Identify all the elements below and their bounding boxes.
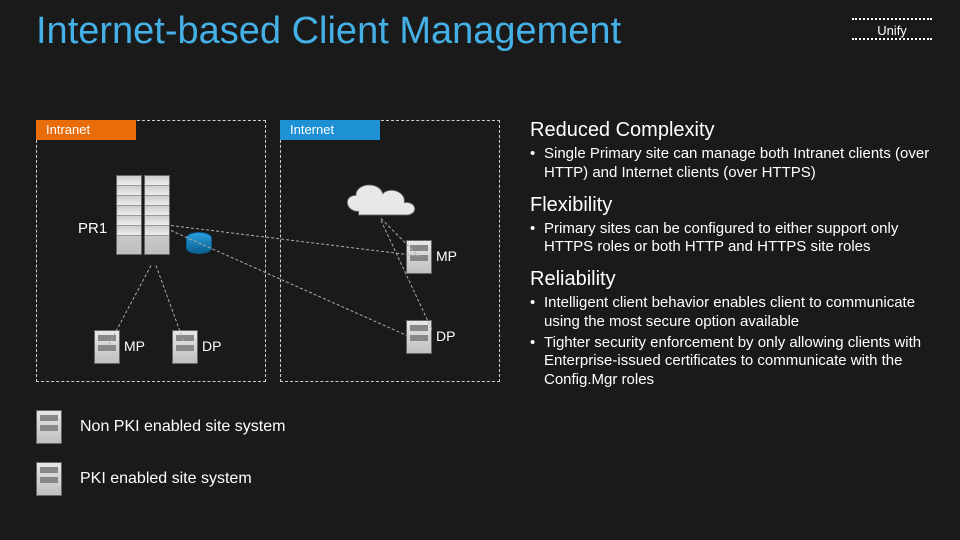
intranet-mp-label: MP (124, 338, 145, 354)
pr1-label: PR1 (78, 220, 107, 237)
legend-row-non-pki: Non PKI enabled site system (36, 410, 285, 444)
intranet-dp-server-icon (172, 330, 198, 364)
bullet: Single Primary site can manage both Intr… (530, 145, 940, 183)
content-column: Reduced Complexity Single Primary site c… (530, 118, 940, 400)
legend-label: Non PKI enabled site system (80, 418, 285, 436)
internet-mp-label: MP (436, 248, 457, 264)
server-icon (36, 462, 62, 496)
unify-badge: Unify (852, 18, 932, 40)
intranet-mp-server-icon (94, 330, 120, 364)
legend-label: PKI enabled site system (80, 470, 252, 488)
bullet: Primary sites can be configured to eithe… (530, 220, 940, 258)
section-heading-flexibility: Flexibility (530, 193, 940, 218)
cloud-icon (336, 175, 426, 221)
server-icon (36, 410, 62, 444)
legend-row-pki: PKI enabled site system (36, 462, 285, 496)
section-heading-reliability: Reliability (530, 267, 940, 292)
legend: Non PKI enabled site system PKI enabled … (36, 410, 285, 514)
bullet: Tighter security enforcement by only all… (530, 334, 940, 390)
intranet-dp-label: DP (202, 338, 221, 354)
database-icon (186, 232, 212, 258)
section-heading-reduced: Reduced Complexity (530, 118, 940, 143)
intranet-zone-label: Intranet (36, 120, 136, 140)
internet-dp-server-icon (406, 320, 432, 354)
internet-zone-label: Internet (280, 120, 380, 140)
architecture-diagram: Intranet Internet PR1 MP DP MP DP (36, 120, 516, 380)
internet-dp-label: DP (436, 328, 455, 344)
internet-mp-server-icon (406, 240, 432, 274)
bullet: Intelligent client behavior enables clie… (530, 294, 940, 332)
slide-title: Internet-based Client Management (36, 10, 621, 53)
primary-site-server-icon (116, 175, 186, 265)
